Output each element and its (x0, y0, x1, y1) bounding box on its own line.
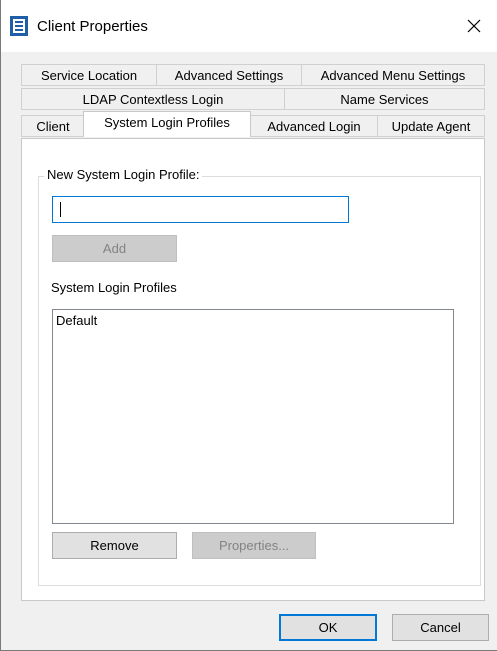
profiles-list-label: System Login Profiles (51, 280, 177, 295)
client-properties-dialog: Client Properties Service Location Advan… (0, 0, 497, 651)
system-login-profiles-page: New System Login Profile: Add System Log… (21, 138, 485, 601)
profiles-listbox[interactable]: Default (52, 309, 454, 524)
properties-button[interactable]: Properties... (192, 532, 316, 559)
new-profile-input[interactable] (52, 196, 349, 223)
novell-client-icon (10, 16, 28, 36)
tab-system-login-profiles[interactable]: System Login Profiles (83, 111, 251, 137)
text-caret (60, 202, 61, 217)
close-button[interactable] (451, 0, 497, 52)
close-icon (467, 19, 481, 33)
list-item[interactable]: Default (53, 310, 453, 331)
new-profile-legend: New System Login Profile: (44, 167, 203, 182)
tab-advanced-settings[interactable]: Advanced Settings (156, 64, 302, 86)
remove-button[interactable]: Remove (52, 532, 177, 559)
title-bar: Client Properties (1, 0, 497, 52)
tab-ldap-contextless-login[interactable]: LDAP Contextless Login (21, 88, 285, 110)
tab-update-agent[interactable]: Update Agent (377, 115, 485, 137)
tab-advanced-menu-settings[interactable]: Advanced Menu Settings (301, 64, 485, 86)
add-button[interactable]: Add (52, 235, 177, 262)
tab-service-location[interactable]: Service Location (21, 64, 157, 86)
tab-advanced-login[interactable]: Advanced Login (250, 115, 378, 137)
tab-name-services[interactable]: Name Services (284, 88, 485, 110)
window-title: Client Properties (37, 18, 148, 35)
ok-button[interactable]: OK (279, 614, 377, 641)
tab-client[interactable]: Client (21, 115, 85, 137)
cancel-button[interactable]: Cancel (392, 614, 489, 641)
